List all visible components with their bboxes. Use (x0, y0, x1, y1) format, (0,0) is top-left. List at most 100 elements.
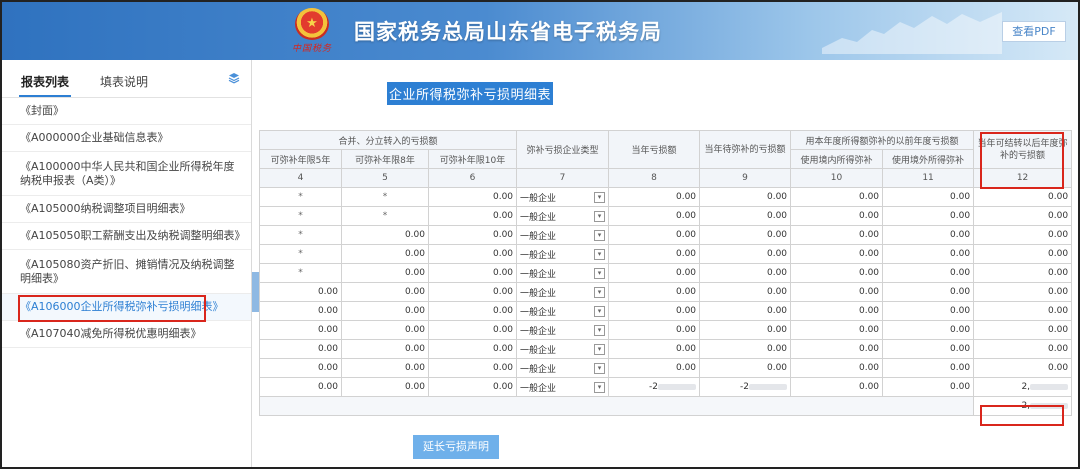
enterprise-type-select[interactable]: 一般企业 ▾ (516, 282, 610, 302)
cell-value[interactable]: 0.00 (427, 187, 518, 207)
cell-value[interactable]: 0.00 (427, 377, 518, 397)
cell-value[interactable]: 0.00 (699, 320, 792, 340)
cell-value[interactable]: 0.00 (790, 339, 884, 359)
cell-value[interactable]: 0.00 (608, 358, 701, 378)
sidebar-item-a105000[interactable]: 《A105000纳税调整项目明细表》 (2, 196, 251, 223)
cell-value[interactable]: 0.00 (427, 339, 518, 359)
chevron-down-icon[interactable]: ▾ (594, 324, 606, 336)
chevron-down-icon[interactable]: ▾ (594, 210, 606, 222)
cell-value[interactable]: 0.00 (259, 282, 342, 302)
cell-value[interactable]: 0.00 (882, 377, 975, 397)
cell-value[interactable]: 0.00 (608, 339, 701, 359)
chevron-down-icon[interactable]: ▾ (594, 267, 606, 279)
cell-value[interactable]: 0.00 (699, 206, 792, 226)
cell-value[interactable]: 0.00 (427, 282, 518, 302)
cell-value[interactable]: * (259, 263, 342, 283)
chevron-down-icon[interactable]: ▾ (594, 191, 606, 203)
cell-value[interactable]: 0.00 (790, 206, 884, 226)
cell-value[interactable]: 0.00 (341, 244, 429, 264)
sidebar-collapse-handle[interactable] (252, 272, 259, 312)
cell-value[interactable]: * (341, 187, 429, 207)
enterprise-type-select[interactable]: 一般企业 ▾ (516, 377, 610, 397)
cell-value[interactable]: 0.00 (341, 339, 429, 359)
cell-value[interactable]: 0.00 (973, 187, 1073, 207)
cell-value[interactable]: 0.00 (427, 244, 518, 264)
cell-value[interactable]: 0.00 (882, 244, 975, 264)
sidebar-item-a105080[interactable]: 《A105080资产折旧、摊销情况及纳税调整明细表》 (2, 250, 251, 294)
cell-value[interactable]: 0.00 (973, 225, 1073, 245)
enterprise-type-select[interactable]: 一般企业 ▾ (516, 244, 610, 264)
sidebar-item-a107040[interactable]: 《A107040减免所得税优惠明细表》 (2, 321, 251, 348)
cell-value[interactable]: 0.00 (973, 358, 1073, 378)
chevron-down-icon[interactable]: ▾ (594, 248, 606, 260)
cell-value[interactable]: 0.00 (790, 263, 884, 283)
enterprise-type-select[interactable]: 一般企业 ▾ (516, 225, 610, 245)
enterprise-type-select[interactable]: 一般企业 ▾ (516, 206, 610, 226)
chevron-down-icon[interactable]: ▾ (594, 286, 606, 298)
sidebar-item-a000000[interactable]: 《A000000企业基础信息表》 (2, 125, 251, 152)
cell-value[interactable]: 0.00 (341, 377, 429, 397)
chevron-down-icon[interactable]: ▾ (594, 305, 606, 317)
tab-report-list[interactable]: 报表列表 (18, 73, 72, 97)
cell-value[interactable]: 0.00 (973, 339, 1073, 359)
cell-value[interactable]: 0.00 (699, 301, 792, 321)
cell-value[interactable]: -2 (699, 377, 792, 397)
layers-icon[interactable] (228, 72, 240, 84)
cell-value[interactable]: 0.00 (790, 377, 884, 397)
cell-value[interactable]: 0.00 (341, 301, 429, 321)
cell-value[interactable]: 0.00 (699, 225, 792, 245)
tab-fill-instructions[interactable]: 填表说明 (100, 73, 148, 90)
cell-value[interactable]: 0.00 (427, 263, 518, 283)
cell-value[interactable]: 0.00 (608, 282, 701, 302)
cell-value[interactable]: 0.00 (608, 263, 701, 283)
cell-value[interactable]: 0.00 (427, 358, 518, 378)
cell-value[interactable]: 0.00 (790, 187, 884, 207)
cell-value[interactable]: 0.00 (341, 358, 429, 378)
cell-value[interactable]: 0.00 (341, 320, 429, 340)
cell-value[interactable]: 0.00 (427, 206, 518, 226)
cell-value[interactable]: 0.00 (341, 282, 429, 302)
chevron-down-icon[interactable]: ▾ (594, 362, 606, 374)
cell-value[interactable]: 0.00 (259, 358, 342, 378)
sidebar-item-a100000[interactable]: 《A100000中华人民共和国企业所得税年度纳税申报表（A类）》 (2, 152, 251, 196)
cell-value[interactable]: 0.00 (882, 263, 975, 283)
cell-value[interactable]: 0.00 (699, 263, 792, 283)
cell-value[interactable]: 0.00 (699, 187, 792, 207)
cell-value[interactable]: * (259, 225, 342, 245)
cell-value[interactable]: 0.00 (427, 320, 518, 340)
cell-value[interactable]: 0.00 (427, 301, 518, 321)
cell-value[interactable]: 0.00 (608, 320, 701, 340)
enterprise-type-select[interactable]: 一般企业 ▾ (516, 358, 610, 378)
cell-value[interactable]: 0.00 (341, 263, 429, 283)
cell-value[interactable]: 0.00 (973, 244, 1073, 264)
cell-value[interactable]: * (259, 187, 342, 207)
cell-value[interactable]: 0.00 (973, 301, 1073, 321)
cell-value[interactable]: 0.00 (973, 206, 1073, 226)
cell-value[interactable]: 0.00 (608, 225, 701, 245)
cell-value[interactable]: 0.00 (259, 320, 342, 340)
cell-value[interactable]: 0.00 (882, 339, 975, 359)
enterprise-type-select[interactable]: 一般企业 ▾ (516, 320, 610, 340)
cell-value[interactable]: 0.00 (699, 339, 792, 359)
cell-value[interactable]: 0.00 (790, 320, 884, 340)
cell-value[interactable]: 0.00 (882, 301, 975, 321)
extend-loss-declaration-button[interactable]: 延长亏损声明 (413, 435, 499, 459)
cell-value[interactable]: 0.00 (608, 206, 701, 226)
sidebar-item-cover[interactable]: 《封面》 (2, 98, 251, 125)
cell-value[interactable]: * (259, 244, 342, 264)
cell-value[interactable]: 0.00 (608, 187, 701, 207)
cell-value[interactable]: * (341, 206, 429, 226)
cell-value[interactable]: 0.00 (882, 358, 975, 378)
chevron-down-icon[interactable]: ▾ (594, 343, 606, 355)
sidebar-item-a105050[interactable]: 《A105050职工薪酬支出及纳税调整明细表》 (2, 223, 251, 250)
cell-value[interactable]: 0.00 (259, 377, 342, 397)
cell-value[interactable]: * (259, 206, 342, 226)
cell-value[interactable]: 0.00 (608, 301, 701, 321)
cell-value[interactable]: 0.00 (882, 320, 975, 340)
cell-value[interactable]: 0.00 (973, 263, 1073, 283)
cell-value[interactable]: 0.00 (790, 301, 884, 321)
enterprise-type-select[interactable]: 一般企业 ▾ (516, 301, 610, 321)
enterprise-type-select[interactable]: 一般企业 ▾ (516, 263, 610, 283)
cell-value[interactable]: 0.00 (973, 282, 1073, 302)
view-pdf-button[interactable]: 查看PDF (1002, 21, 1066, 42)
